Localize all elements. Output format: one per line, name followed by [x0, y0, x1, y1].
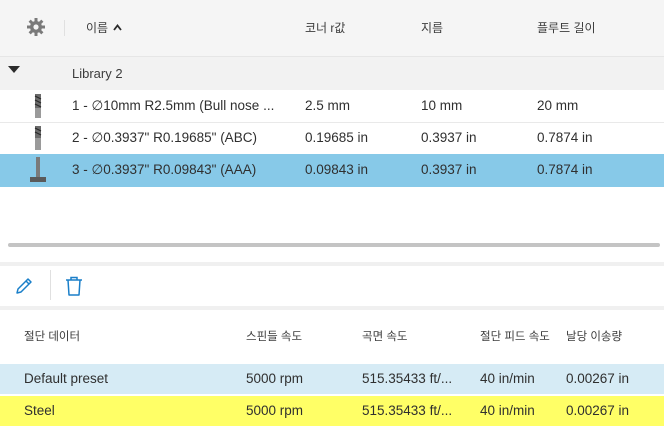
gear-icon[interactable] [26, 17, 46, 37]
tool-flute-length: 0.7874 in [537, 162, 593, 177]
preset-feed-per-tooth: 0.00267 in [566, 371, 630, 386]
bull-nose-endmill-icon [34, 126, 42, 150]
column-header-surface-speed[interactable]: 곡면 속도 [362, 328, 408, 344]
tool-row[interactable]: 2 - ∅0.3937" R0.19685" (ABC) 0.19685 in … [0, 122, 664, 155]
column-header-cutting-feedrate[interactable]: 절단 피드 속도 [480, 328, 550, 344]
column-header-flute-length[interactable]: 플루트 길이 [537, 19, 596, 36]
preset-spindle-speed: 5000 rpm [246, 403, 304, 418]
cutting-data-header: 절단 데이터 스핀들 속도 곡면 속도 절단 피드 속도 날당 이송량 [0, 320, 664, 350]
expand-caret-icon[interactable] [8, 66, 20, 73]
preset-surface-speed: 515.35433 ft/... [362, 371, 453, 386]
column-header-corner-radius[interactable]: 코너 r값 [305, 19, 345, 36]
panel-divider [0, 262, 664, 266]
preset-name: Steel [24, 403, 55, 418]
tool-flute-length: 0.7874 in [537, 130, 593, 145]
tool-name: 2 - ∅0.3937" R0.19685" (ABC) [72, 130, 257, 145]
delete-button[interactable] [62, 272, 86, 300]
tool-name: 1 - ∅10mm R2.5mm (Bull nose ... [72, 98, 275, 113]
panel-divider [0, 306, 664, 310]
preset-feed-per-tooth: 0.00267 in [566, 403, 630, 418]
pencil-icon [16, 278, 32, 294]
horizontal-scrollbar[interactable] [8, 243, 660, 247]
library-label: Library 2 [72, 66, 123, 81]
tool-corner-radius: 0.19685 in [305, 130, 369, 145]
column-header-bar: 이름 코너 r값 지름 플루트 길이 [0, 0, 664, 57]
preset-spindle-speed: 5000 rpm [246, 371, 304, 386]
tool-corner-radius: 2.5 mm [305, 98, 351, 113]
preset-feedrate: 40 in/min [480, 371, 535, 386]
tool-corner-radius: 0.09843 in [305, 162, 369, 177]
preset-row[interactable]: Default preset 5000 rpm 515.35433 ft/...… [0, 364, 664, 394]
tool-flute-length: 20 mm [537, 98, 579, 113]
tool-name: 3 - ∅0.3937" R0.09843" (AAA) [72, 162, 257, 177]
column-header-feed-per-tooth[interactable]: 날당 이송량 [566, 328, 622, 344]
t-slot-cutter-icon [30, 157, 46, 182]
bull-nose-endmill-icon [34, 94, 42, 118]
edit-button[interactable] [12, 272, 36, 300]
sort-ascending-icon [113, 24, 123, 31]
preset-name: Default preset [24, 371, 109, 386]
tool-diameter: 10 mm [421, 98, 463, 113]
tool-row[interactable]: 1 - ∅10mm R2.5mm (Bull nose ... 2.5 mm 1… [0, 90, 664, 123]
library-group-row[interactable]: Library 2 [0, 57, 664, 90]
tool-diameter: 0.3937 in [421, 130, 477, 145]
column-header-spindle-speed[interactable]: 스핀들 속도 [246, 328, 302, 344]
column-header-cutting-data[interactable]: 절단 데이터 [24, 328, 80, 344]
column-header-name-label: 이름 [86, 21, 109, 35]
trash-icon [66, 276, 82, 296]
column-header-name[interactable]: 이름 [86, 19, 123, 36]
preset-surface-speed: 515.35433 ft/... [362, 403, 453, 418]
toolbar-divider [50, 270, 51, 300]
column-header-diameter[interactable]: 지름 [421, 19, 443, 36]
preset-feedrate: 40 in/min [480, 403, 535, 418]
tool-row-selected[interactable]: 3 - ∅0.3937" R0.09843" (AAA) 0.09843 in … [0, 154, 664, 187]
tool-library-panel: 이름 코너 r값 지름 플루트 길이 Library 2 1 - ∅10mm R… [0, 0, 664, 432]
tool-diameter: 0.3937 in [421, 162, 477, 177]
header-divider [64, 20, 65, 36]
preset-row-highlighted[interactable]: Steel 5000 rpm 515.35433 ft/... 40 in/mi… [0, 396, 664, 426]
